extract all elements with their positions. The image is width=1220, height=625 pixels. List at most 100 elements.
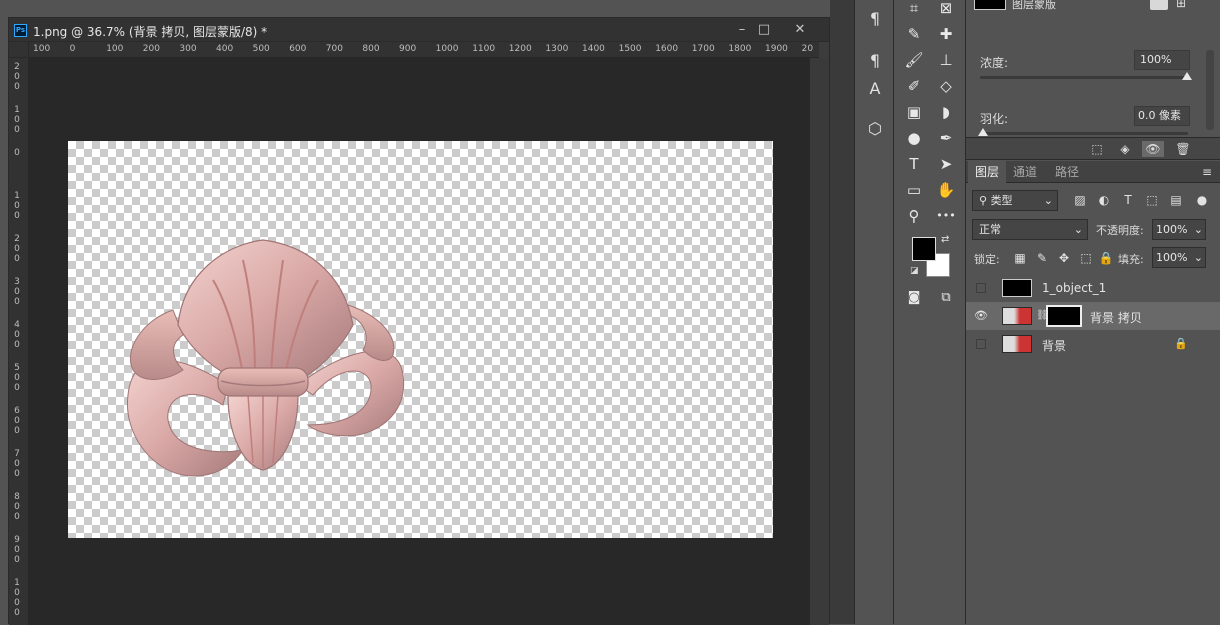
paragraph-styles-icon[interactable]: ¶ [863,50,887,72]
3d-icon[interactable]: ⬡ [863,118,887,140]
stamp-icon[interactable]: ⊥ [932,48,960,72]
layer-row[interactable]: 背景 🔒 [966,330,1220,358]
layer-row[interactable]: 👁 ⛓ 背景 拷贝 [966,302,1220,330]
visibility-toggle[interactable] [976,283,986,293]
filter-smart-object-icon[interactable]: ▤ [1166,190,1186,210]
vertical-ruler[interactable]: 200 100 0 100 200 300 400 500 600 700 800 900 1000 [9,58,29,625]
ruler-label: 0 [69,44,76,54]
gradient-icon[interactable]: ▣ [900,100,928,124]
feather-slider-knob[interactable] [978,128,988,136]
delete-mask-icon[interactable]: 🗑 [1172,141,1194,157]
fleur-de-lis-object [126,239,405,477]
default-colors-icon[interactable]: ◪ [910,266,919,276]
lock-position-icon[interactable]: ✥ [1054,248,1074,268]
ruler-label: 500 [14,363,20,393]
chevron-down-icon: ⌄ [1073,223,1083,236]
panel-menu-icon[interactable]: ≡ [1202,165,1212,179]
path-selection-icon[interactable]: ➤ [932,152,960,176]
quickmask-icon[interactable]: ◙ [900,286,928,310]
opacity-label: 不透明度: [1096,224,1144,237]
layer-name[interactable]: 背景 拷贝 [1090,309,1142,326]
restore-button[interactable]: □ [753,21,775,39]
hand-icon[interactable]: ✋ [932,178,960,202]
ruler-label: 200 [142,44,160,54]
eyedropper-icon[interactable]: ✎ [900,22,928,46]
brush-icon[interactable]: 🖌 [900,48,928,72]
character-styles-icon[interactable]: A [863,78,887,100]
ruler-label: 1900 [765,44,788,54]
density-slider-track[interactable] [980,76,1188,79]
layer-thumbnail [1002,307,1032,325]
minimize-button[interactable]: – [731,21,753,39]
filter-shape-icon[interactable]: ⬚ [1142,190,1162,210]
canvas-area[interactable] [29,58,809,625]
zoom-icon[interactable]: ⚲ [900,204,928,228]
screenmode-icon[interactable]: ⧉ [932,286,960,310]
close-button[interactable]: ✕ [789,21,811,39]
pen-icon[interactable]: ✒ [932,126,960,150]
vector-mask-icon[interactable]: ⊞ [1176,0,1186,10]
type-icon[interactable]: T [900,152,928,176]
lock-artboard-icon[interactable]: ⬚ [1076,248,1096,268]
layer-name[interactable]: 背景 [1042,337,1066,354]
visibility-toggle[interactable] [976,339,986,349]
vertical-scrollbar[interactable] [809,58,829,625]
density-input[interactable]: 100% [1134,50,1190,70]
filter-adjustment-icon[interactable]: ◐ [1094,190,1114,210]
blend-mode-select[interactable]: 正常 ⌄ [972,219,1088,240]
tab-channels[interactable]: 通道 [1006,161,1044,183]
feather-input[interactable]: 0.0 像素 [1134,106,1190,126]
eye-icon[interactable]: 👁 [974,309,988,323]
more-icon[interactable]: ••• [932,204,960,228]
ruler-label: 700 [14,449,20,479]
rectangle-icon[interactable]: ▭ [900,178,928,202]
dodge-icon[interactable]: ● [900,126,928,150]
fill-label: 填充: [1118,253,1144,266]
healing-brush-icon[interactable]: ✚ [932,22,960,46]
filter-type-icon[interactable]: T [1118,190,1138,210]
opacity-input[interactable]: 100% ⌄ [1152,219,1206,240]
toggle-mask-visibility-icon[interactable]: 👁 [1142,141,1164,157]
load-selection-icon[interactable]: ⬚ [1086,141,1108,157]
filter-pixel-icon[interactable]: ▨ [1070,190,1090,210]
foreground-color-swatch[interactable] [912,237,936,261]
layer-row[interactable]: 1_object_1 [966,274,1220,302]
opacity-value: 100% [1156,223,1188,236]
crop-icon[interactable]: ⌗ [900,0,928,20]
mask-thumbnail[interactable] [1046,305,1082,327]
tab-layers[interactable]: 图层 [968,161,1007,183]
ruler-label: 500 [252,44,270,54]
ruler-label: 800 [362,44,380,54]
lock-all-icon[interactable]: 🔒 [1096,248,1116,268]
frame-icon[interactable]: ⊠ [932,0,960,20]
history-brush-icon[interactable]: ✐ [900,74,928,98]
image-canvas[interactable] [68,141,773,538]
lock-transparent-icon[interactable]: ▦ [1010,248,1030,268]
ruler-label: 600 [289,44,307,54]
density-slider-knob[interactable] [1182,72,1192,80]
eraser-icon[interactable]: ◇ [932,74,960,98]
ruler-corner[interactable] [9,42,29,58]
ruler-label: 200 [14,62,20,92]
ruler-label: 400 [216,44,234,54]
photoshop-file-icon: Ps [14,24,27,37]
filter-toggle-icon[interactable]: ● [1192,190,1212,210]
swap-colors-icon[interactable]: ⇄ [941,234,949,245]
paragraph-icon[interactable]: ¶ [863,8,887,30]
fill-input[interactable]: 100% ⌄ [1152,247,1206,268]
document-title-bar[interactable]: Ps 1.png @ 36.7% (背景 拷贝, 图层蒙版/8) * – □ ✕ [9,18,829,42]
apply-mask-icon[interactable]: ◈ [1114,141,1136,157]
layer-filter-buttons: ▨ ◐ T ⬚ ▤ ● [1070,190,1210,210]
pixel-mask-icon[interactable] [1150,0,1168,10]
layer-filter-select[interactable]: ⚲ 类型 ⌄ [972,190,1058,211]
chevron-down-icon: ⌄ [1043,194,1053,207]
feather-slider-track[interactable] [980,132,1188,135]
blur-icon[interactable]: ◗ [932,100,960,124]
horizontal-ruler[interactable]: 100 0 100 200 300 400 500 600 700 800 900 1000 1100 1… [29,42,819,58]
properties-scrollbar[interactable] [1206,50,1214,130]
layer-name[interactable]: 1_object_1 [1042,281,1106,295]
ruler-label: 300 [179,44,197,54]
tab-paths[interactable]: 路径 [1048,161,1086,183]
layer-thumbnail [1002,279,1032,297]
lock-pixels-icon[interactable]: ✎ [1032,248,1052,268]
